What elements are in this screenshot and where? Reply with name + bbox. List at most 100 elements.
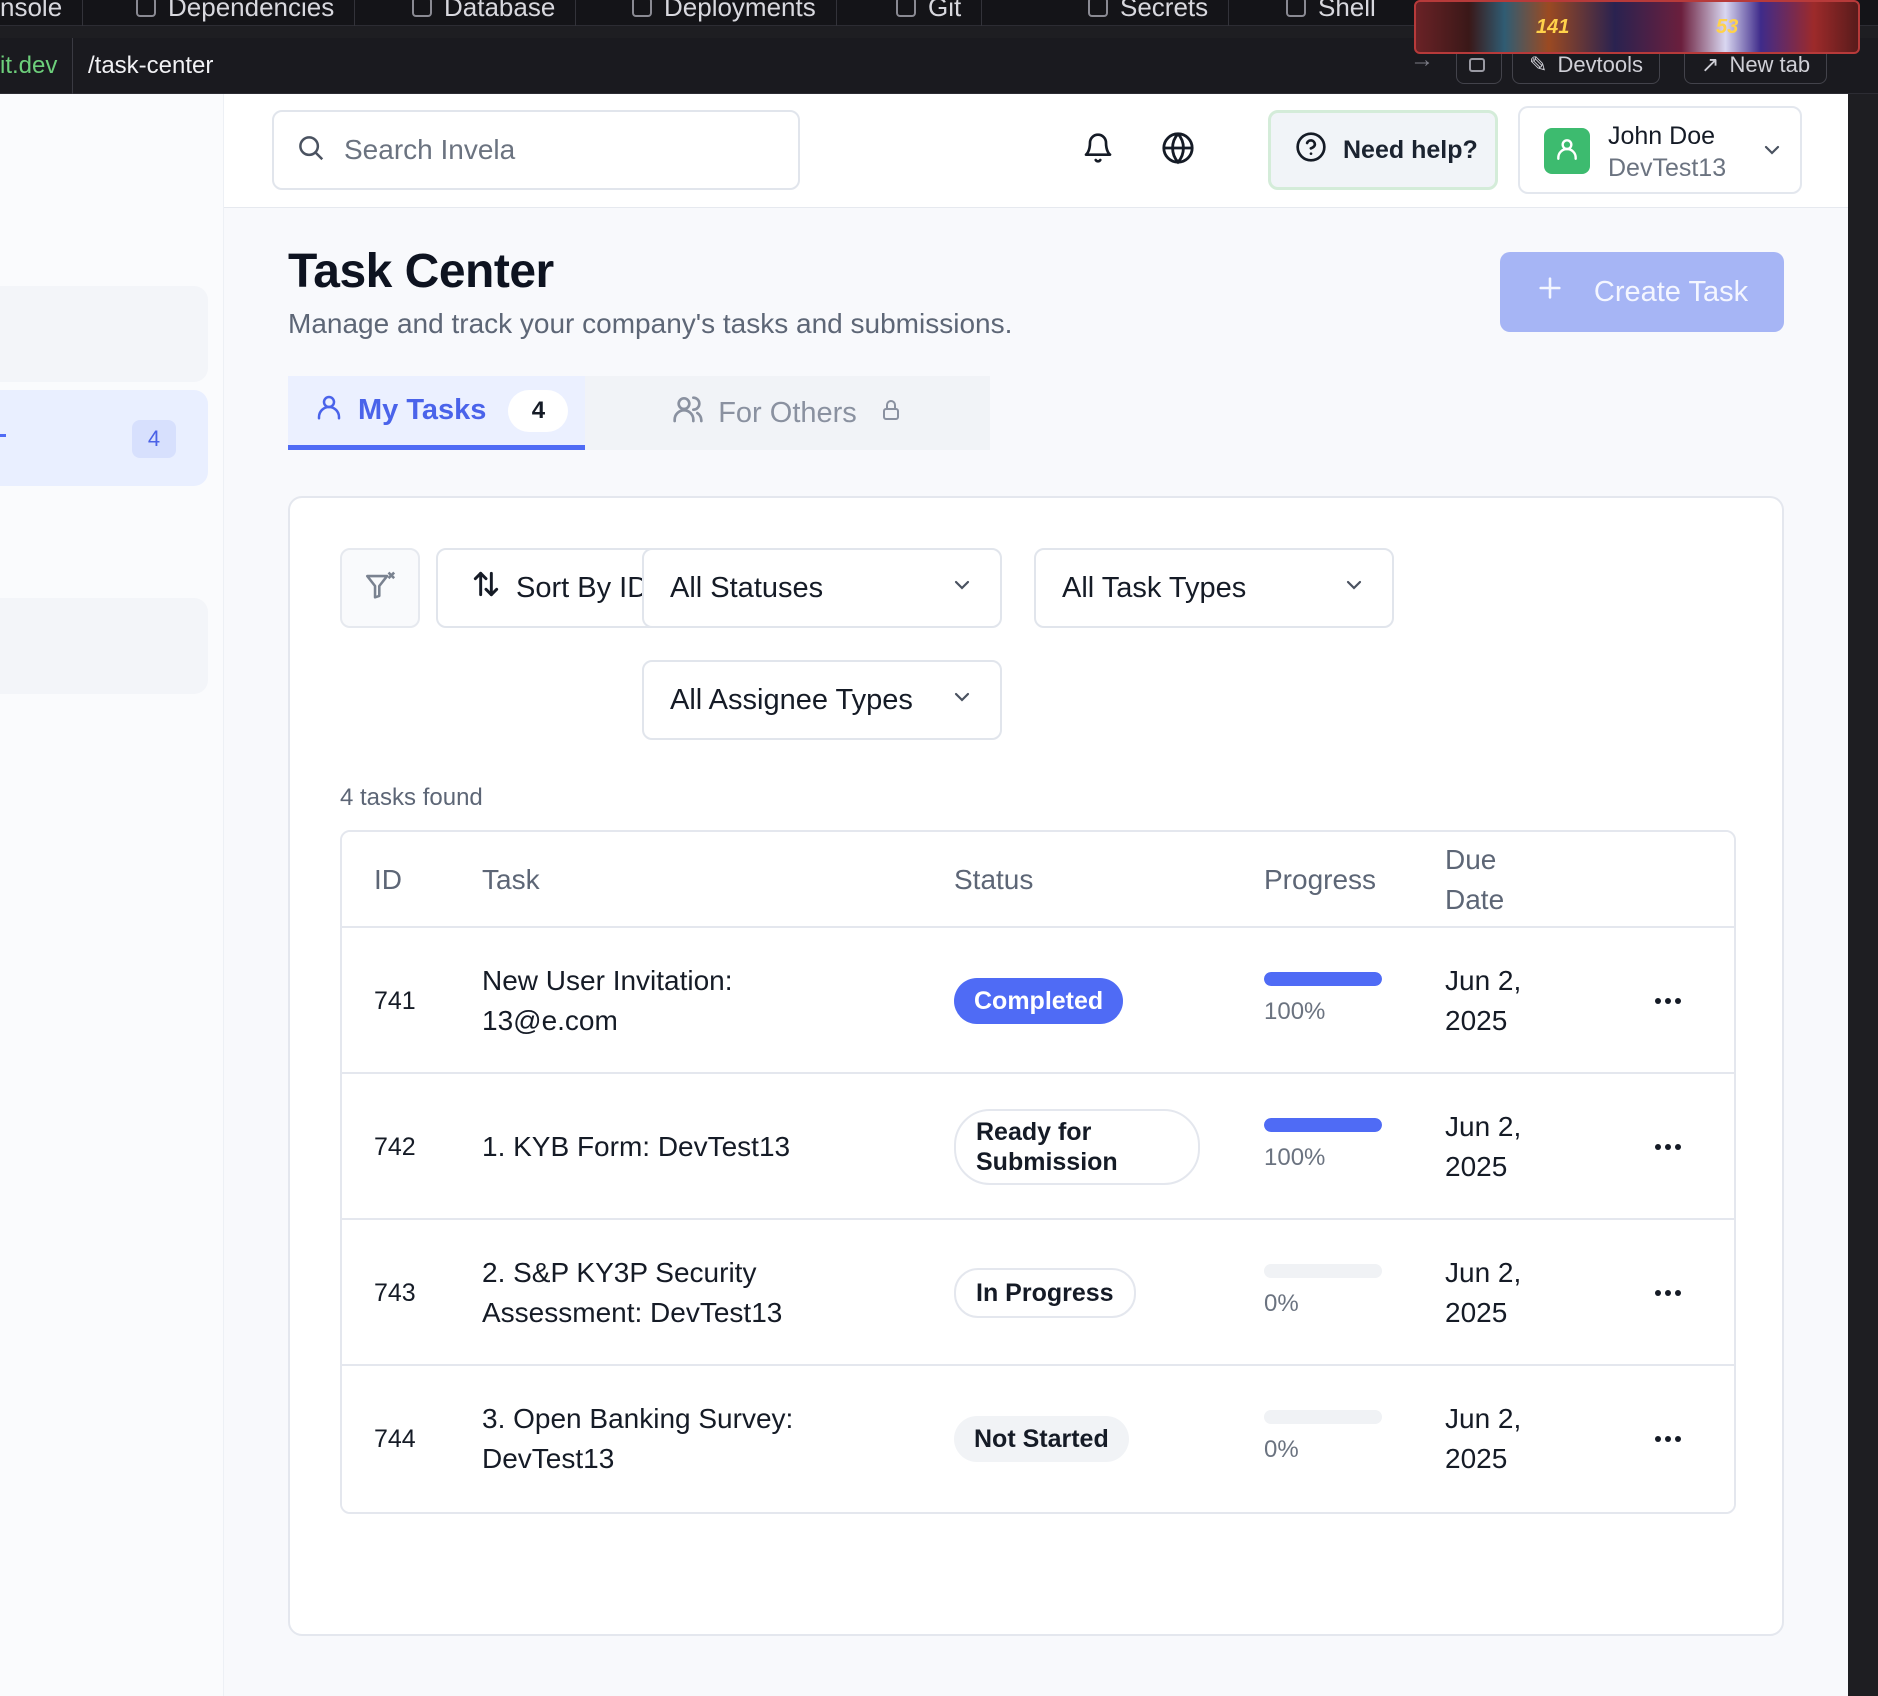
user-name: John Doe: [1608, 122, 1716, 150]
deployments-icon: [632, 0, 652, 17]
wrench-icon: ✎: [1529, 52, 1548, 77]
status-cell: Completed: [954, 928, 1124, 1074]
assignee-type-filter-value: All Assignee Types: [670, 683, 913, 716]
ide-tab-deployments[interactable]: Deployments: [612, 0, 837, 26]
column-header-progress[interactable]: Progress: [1264, 860, 1376, 900]
tab-for-others-label: For Others: [718, 396, 857, 429]
due-date: Jun 2, 2025: [1445, 1403, 1522, 1474]
external-link-icon: ↗: [1701, 52, 1720, 77]
sort-label: Sort By ID: [516, 571, 649, 604]
progress-cell: 0%: [1264, 1220, 1384, 1366]
progress-percent: 0%: [1264, 1436, 1299, 1463]
chevron-down-icon: [950, 684, 974, 717]
language-button[interactable]: [1148, 120, 1208, 180]
column-header-status[interactable]: Status: [954, 860, 1033, 900]
row-actions-button[interactable]: [1648, 1275, 1688, 1311]
notifications-button[interactable]: [1068, 120, 1128, 180]
task-title[interactable]: 3. Open Banking Survey: DevTest13: [482, 1366, 862, 1512]
row-actions-button[interactable]: [1648, 1129, 1688, 1165]
overlay-number: 53: [1716, 16, 1739, 38]
clear-filters-button[interactable]: [340, 548, 420, 628]
status-filter-select[interactable]: All Statuses: [642, 548, 1002, 628]
due-date: Jun 2, 2025: [1445, 1257, 1522, 1328]
tab-my-tasks[interactable]: My Tasks 4: [288, 376, 585, 450]
ide-tab-secrets[interactable]: Secrets: [1068, 0, 1230, 26]
chevron-down-icon: [1760, 138, 1784, 167]
ide-tab-label: Git: [928, 0, 962, 22]
sidebar-item[interactable]: [0, 286, 208, 382]
create-task-label: Create Task: [1593, 275, 1749, 308]
sidebar: 4: [0, 94, 224, 1696]
task-title[interactable]: New User Invitation: 13@e.com: [482, 928, 862, 1074]
status-cell: In Progress: [954, 1220, 1136, 1366]
task-id: 743: [374, 1278, 416, 1307]
task-id: 741: [374, 986, 416, 1015]
task-type-filter-value: All Task Types: [1062, 571, 1247, 604]
video-overlay: 141 53: [1414, 0, 1860, 54]
more-horizontal-icon: [1655, 998, 1681, 1004]
column-header-due-line1: Due: [1445, 844, 1497, 875]
progress-cell: 100%: [1264, 1074, 1384, 1220]
row-actions-button[interactable]: [1648, 1421, 1688, 1457]
sidebar-item[interactable]: [0, 598, 208, 694]
need-help-button[interactable]: Need help?: [1268, 110, 1498, 190]
progress-fill: [1264, 972, 1382, 986]
ide-tab-git[interactable]: Git: [876, 0, 983, 26]
task-title[interactable]: 1. KYB Form: DevTest13: [482, 1074, 862, 1220]
ide-tab-shell[interactable]: Shell: [1266, 0, 1396, 26]
tab-for-others[interactable]: For Others: [585, 376, 990, 450]
bell-icon: [1082, 132, 1114, 169]
table-row[interactable]: 744 3. Open Banking Survey: DevTest13 No…: [342, 1366, 1734, 1512]
status-badge: Ready for Submission: [954, 1109, 1200, 1185]
shell-icon: [1286, 0, 1306, 17]
create-task-button[interactable]: Create Task: [1500, 252, 1784, 332]
user-menu[interactable]: John Doe DevTest13: [1518, 106, 1802, 194]
more-horizontal-icon: [1655, 1290, 1681, 1296]
results-count: 4 tasks found: [340, 784, 483, 811]
address-path[interactable]: /task-center: [88, 52, 213, 80]
status-cell: Ready for Submission: [954, 1074, 1200, 1220]
devtools-label: Devtools: [1557, 52, 1644, 77]
column-header-id[interactable]: ID: [374, 860, 402, 900]
address-divider: [72, 38, 73, 94]
tasks-table: ID Task Status Progress Due Date 741 New…: [340, 830, 1736, 1514]
due-date: Jun 2, 2025: [1445, 1111, 1522, 1182]
table-row[interactable]: 742 1. KYB Form: DevTest13 Ready for Sub…: [342, 1074, 1734, 1220]
more-horizontal-icon: [1655, 1144, 1681, 1150]
assignee-type-filter-select[interactable]: All Assignee Types: [642, 660, 1002, 740]
due-date: Jun 2, 2025: [1445, 965, 1522, 1036]
user-organization: DevTest13: [1608, 154, 1727, 182]
ide-tab-database[interactable]: Database: [392, 0, 577, 26]
task-id: 744: [374, 1424, 416, 1453]
chevron-down-icon: [1342, 572, 1366, 605]
ide-tab-console[interactable]: nsole: [0, 0, 84, 26]
status-cell: Not Started: [954, 1366, 1129, 1512]
address-host: it.dev: [0, 52, 58, 79]
progress-cell: 0%: [1264, 1366, 1384, 1512]
avatar: [1544, 128, 1590, 174]
table-row[interactable]: 743 2. S&P KY3P Security Assessment: Dev…: [342, 1220, 1734, 1366]
column-header-task[interactable]: Task: [482, 860, 540, 900]
table-row[interactable]: 741 New User Invitation: 13@e.com Comple…: [342, 928, 1734, 1074]
sidebar-item-task-center[interactable]: [0, 390, 208, 486]
more-horizontal-icon: [1655, 1436, 1681, 1442]
status-badge: In Progress: [954, 1268, 1136, 1318]
progress-percent: 0%: [1264, 1290, 1299, 1317]
help-circle-icon: [1295, 131, 1327, 170]
ide-tab-dependencies[interactable]: Dependencies: [116, 0, 356, 26]
dependencies-icon: [136, 0, 156, 17]
task-type-filter-select[interactable]: All Task Types: [1034, 548, 1394, 628]
table-header-row: ID Task Status Progress Due Date: [342, 832, 1734, 928]
ide-tab-label: Secrets: [1120, 0, 1209, 22]
task-title[interactable]: 2. S&P KY3P Security Assessment: DevTest…: [482, 1220, 862, 1366]
globe-icon: [1161, 131, 1195, 170]
column-header-due-date[interactable]: Due Date: [1445, 840, 1504, 920]
progress-fill: [1264, 1118, 1382, 1132]
search-box[interactable]: [272, 110, 800, 190]
filter-clear-icon: [363, 569, 397, 608]
ide-tab-label: Deployments: [664, 0, 816, 22]
row-actions-button[interactable]: [1648, 983, 1688, 1019]
search-input[interactable]: [344, 134, 784, 166]
progress-bar: [1264, 972, 1382, 986]
page-title: Task Center: [288, 245, 554, 298]
